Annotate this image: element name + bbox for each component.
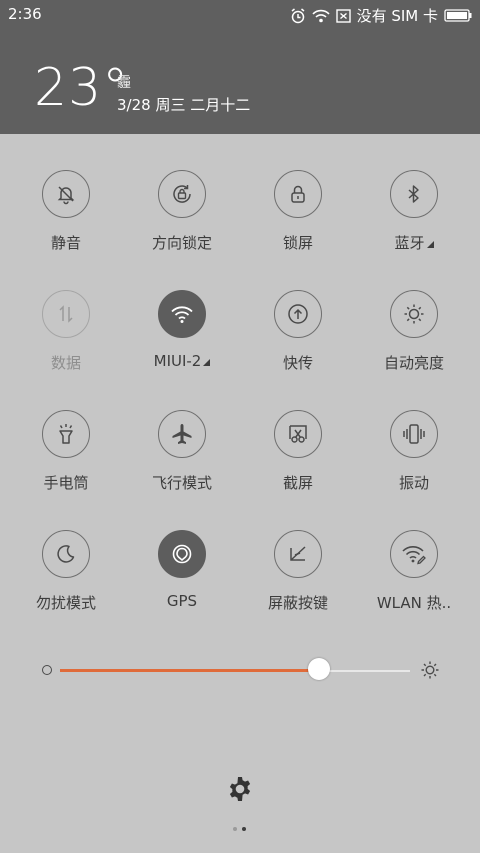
toggle-data[interactable]: 数据 [8,290,124,390]
toggle-do-not-disturb[interactable]: 勿扰模式 [8,530,124,630]
toggle-flashlight[interactable]: 手电筒 [8,410,124,510]
toggle-quick-transfer[interactable]: 快传 [240,290,356,390]
toggle-vibrate[interactable]: 振动 [356,410,472,510]
toggle-bluetooth[interactable]: 蓝牙 [356,170,472,270]
lock-circle[interactable] [274,170,322,218]
toggle-block-keys[interactable]: 屏蔽按键 [240,530,356,630]
bluetooth-circle[interactable] [390,170,438,218]
toggle-label: 勿扰模式 [35,594,96,612]
toggle-auto-brightness[interactable]: 自动亮度 [356,290,472,390]
toggle-label: 数据 [50,354,81,372]
toggle-grid: 静音 方向锁定 锁屏 蓝牙 数据 MIUI-2 快传 自动亮度 手电筒 飞行模式… [0,0,480,853]
wlan-hotspot-icon [402,546,426,565]
toggle-label: 振动 [398,474,429,492]
airplane-icon [172,424,192,444]
toggle-mute[interactable]: 静音 [8,170,124,270]
toggle-label: GPS [166,592,198,610]
flashlight-circle[interactable] [42,410,90,458]
settings-button[interactable] [226,775,254,807]
gps-circle[interactable] [158,530,206,578]
vibrate-icon [403,424,425,444]
quick-transfer-circle[interactable] [274,290,322,338]
toggle-label: 蓝牙 [394,232,434,253]
brightness-low-icon [42,665,52,675]
toggle-label: 快传 [282,354,313,372]
wifi-circle[interactable] [158,290,206,338]
gear-icon [229,777,251,801]
brightness-thumb[interactable] [308,658,330,680]
auto-brightness-icon [404,304,424,324]
gps-icon [172,544,192,564]
page-indicator [233,827,246,831]
rotation-circle[interactable] [158,170,206,218]
lock-icon [291,185,305,203]
toggle-lock-screen[interactable]: 锁屏 [240,170,356,270]
brightness-fill [60,669,319,672]
mute-circle[interactable] [42,170,90,218]
block-keys-circle[interactable] [274,530,322,578]
toggle-screenshot[interactable]: 截屏 [240,410,356,510]
dnd-circle[interactable] [42,530,90,578]
toggle-rotation-lock[interactable]: 方向锁定 [124,170,240,270]
brightness-high-icon [420,660,440,684]
toggle-label: 静音 [50,234,81,252]
data-arrows-icon [59,305,73,323]
brightness-slider[interactable] [40,655,440,685]
toggle-label: 手电筒 [43,474,89,492]
toggle-label: 飞行模式 [151,474,212,492]
toggle-airplane[interactable]: 飞行模式 [124,410,240,510]
block-keys-icon [290,546,306,561]
screenshot-circle[interactable] [274,410,322,458]
toggle-label: 自动亮度 [383,354,444,372]
toggle-label: 截屏 [282,474,313,492]
moon-icon [57,545,75,563]
toggle-label: 锁屏 [282,234,313,252]
toggle-label: 屏蔽按键 [267,594,328,612]
page-dot [233,827,237,831]
toggle-label: MIUI-2 [154,352,211,370]
menu-arrow-icon [203,359,211,366]
quick-transfer-icon [288,304,308,324]
data-circle[interactable] [42,290,90,338]
screenshot-scissors-icon [289,425,307,443]
wifi-icon [171,306,193,323]
vibrate-circle[interactable] [390,410,438,458]
menu-arrow-icon [426,241,434,248]
toggle-wlan-hotspot[interactable]: WLAN 热.. [356,530,472,630]
toggle-label: WLAN 热.. [376,594,452,612]
wlan-hotspot-circle[interactable] [390,530,438,578]
flashlight-icon [59,424,73,444]
auto-brightness-circle[interactable] [390,290,438,338]
rotation-lock-icon [173,185,191,203]
toggle-gps[interactable]: GPS [124,530,240,630]
bluetooth-icon [408,185,419,203]
page-dot-active [242,827,246,831]
toggle-wifi[interactable]: MIUI-2 [124,290,240,390]
airplane-circle[interactable] [158,410,206,458]
toggle-label: 方向锁定 [151,234,212,252]
mute-bell-icon [57,186,75,205]
